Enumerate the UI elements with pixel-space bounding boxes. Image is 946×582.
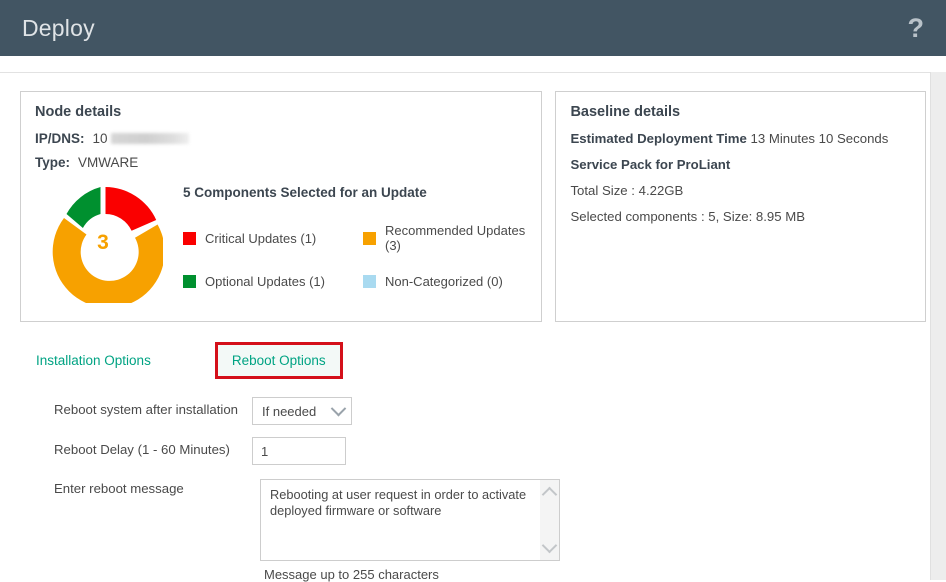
- node-ipdns-row: IP/DNS: 10: [35, 131, 527, 146]
- estimated-deployment-time-row: Estimated Deployment Time 13 Minutes 10 …: [570, 131, 911, 146]
- components-selected-heading: 5 Components Selected for an Update: [183, 185, 527, 200]
- reboot-delay-row: Reboot Delay (1 - 60 Minutes): [54, 437, 946, 465]
- chart-legend-area: 5 Components Selected for an Update Crit…: [183, 179, 527, 303]
- reboot-message-row: Enter reboot message Rebooting at user r…: [54, 479, 946, 582]
- options-tabs: Installation Options Reboot Options: [0, 322, 946, 379]
- reboot-system-selected-value: If needed: [262, 404, 316, 419]
- noncategorized-color-swatch-icon: [363, 275, 376, 288]
- estimated-deployment-time-value: 13 Minutes 10 Seconds: [751, 131, 889, 146]
- page-title: Deploy: [22, 15, 95, 42]
- legend-label-noncategorized: Non-Categorized (0): [385, 274, 503, 289]
- baseline-details-title: Baseline details: [570, 104, 911, 120]
- components-chart-area: 3 5 Components Selected for an Update Cr…: [35, 179, 527, 303]
- redacted-ip-block: [111, 133, 189, 144]
- total-size-value: Total Size : 4.22GB: [570, 183, 911, 198]
- node-type-value: VMWARE: [78, 155, 138, 170]
- updates-donut-chart: 3: [43, 183, 163, 303]
- donut-chart-wrap: 3: [35, 179, 183, 303]
- baseline-details-panel: Baseline details Estimated Deployment Ti…: [555, 91, 926, 322]
- critical-color-swatch-icon: [183, 232, 196, 245]
- selected-components-value: Selected components : 5, Size: 8.95 MB: [570, 209, 911, 224]
- reboot-system-row: Reboot system after installation If need…: [54, 397, 946, 425]
- reboot-system-label: Reboot system after installation: [54, 397, 252, 417]
- recommended-color-swatch-icon: [363, 232, 376, 245]
- reboot-options-highlight-box: Reboot Options: [215, 342, 343, 379]
- help-icon[interactable]: ?: [904, 15, 929, 42]
- app-header: Deploy ?: [0, 0, 946, 56]
- details-panels: Node details IP/DNS: 10 Type: VMWARE: [0, 73, 946, 322]
- legend-item-optional: Optional Updates (1): [183, 274, 363, 289]
- reboot-options-form: Reboot system after installation If need…: [0, 379, 946, 582]
- node-type-label: Type:: [35, 155, 70, 170]
- node-details-title: Node details: [35, 104, 527, 120]
- reboot-message-label: Enter reboot message: [54, 479, 260, 496]
- reboot-delay-label: Reboot Delay (1 - 60 Minutes): [54, 437, 252, 457]
- page-scrollbar[interactable]: [930, 72, 946, 580]
- chevron-down-icon: [331, 400, 347, 416]
- legend-item-noncategorized: Non-Categorized (0): [363, 274, 527, 289]
- tab-reboot-options[interactable]: Reboot Options: [232, 353, 326, 368]
- reboot-message-scrollbar[interactable]: [540, 480, 559, 560]
- legend-item-recommended: Recommended Updates (3): [363, 223, 527, 253]
- legend-item-critical: Critical Updates (1): [183, 223, 363, 253]
- tab-installation-options[interactable]: Installation Options: [34, 347, 153, 374]
- legend-label-critical: Critical Updates (1): [205, 231, 316, 246]
- reboot-message-textarea[interactable]: Rebooting at user request in order to ac…: [260, 479, 560, 561]
- service-pack-name: Service Pack for ProLiant: [570, 157, 911, 172]
- legend-label-optional: Optional Updates (1): [205, 274, 325, 289]
- node-details-panel: Node details IP/DNS: 10 Type: VMWARE: [20, 91, 542, 322]
- legend-grid: Critical Updates (1) Recommended Updates…: [183, 223, 527, 289]
- optional-color-swatch-icon: [183, 275, 196, 288]
- chevron-up-icon[interactable]: [542, 487, 558, 503]
- reboot-system-select[interactable]: If needed: [252, 397, 352, 425]
- node-ipdns-value: 10: [93, 131, 108, 146]
- reboot-message-wrap: Rebooting at user request in order to ac…: [260, 479, 560, 582]
- donut-center-value: 3: [43, 183, 163, 303]
- legend-label-recommended: Recommended Updates (3): [385, 223, 527, 253]
- node-type-row: Type: VMWARE: [35, 155, 527, 170]
- estimated-deployment-time-label: Estimated Deployment Time: [570, 131, 746, 146]
- chevron-down-icon[interactable]: [542, 538, 558, 554]
- header-divider: [0, 56, 946, 73]
- node-ipdns-label: IP/DNS:: [35, 131, 85, 146]
- reboot-delay-input[interactable]: [252, 437, 346, 465]
